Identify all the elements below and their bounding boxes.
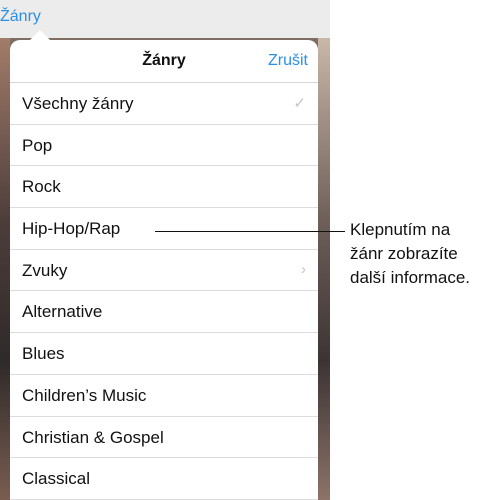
genre-item-blues[interactable]: Blues [10,333,318,375]
genre-item-classical[interactable]: Classical [10,458,318,500]
genre-label: Zvuky [22,260,68,280]
genre-label: Hip-Hop/Rap [22,219,121,239]
callout-line-3: další informace. [350,268,470,287]
background-artwork-right [318,38,330,500]
callout-leader-line [155,231,345,232]
genre-item-alternative[interactable]: Alternative [10,291,318,334]
genre-label: Blues [22,344,65,364]
genre-label: Children’s Music [22,385,147,405]
genre-label: Alternative [22,302,103,322]
genre-item-sounds[interactable]: Zvuky › [10,250,318,292]
genre-item-rock[interactable]: Rock [10,166,318,209]
genre-label: Pop [22,135,53,155]
callout-line-2: žánr zobrazíte [350,244,458,263]
popover-header: Žánry Zrušit [10,40,318,83]
background-artwork-left [0,38,10,500]
genre-label: Christian & Gospel [22,427,164,447]
genres-list: Všechny žánry ✓ Pop Rock Hip-Hop/Rap Zvu… [10,83,318,500]
genres-nav-button[interactable]: Žánry [0,8,41,26]
genre-item-christian[interactable]: Christian & Gospel [10,417,318,459]
genre-item-hiphop[interactable]: Hip-Hop/Rap [10,208,318,250]
chevron-right-icon: › [301,260,306,278]
callout-line-1: Klepnutím na [350,220,451,239]
callout-annotation: Klepnutím na žánr zobrazíte další inform… [350,218,470,290]
genre-item-pop[interactable]: Pop [10,125,318,167]
genre-label: Classical [22,469,91,489]
genre-item-all[interactable]: Všechny žánry ✓ [10,83,318,125]
genre-label: Rock [22,177,61,197]
checkmark-icon: ✓ [293,95,306,112]
genre-label: Všechny žánry [22,94,134,113]
genres-popover: Žánry Zrušit Všechny žánry ✓ Pop Rock Hi… [10,40,318,500]
cancel-button[interactable]: Zrušit [268,52,308,70]
genre-item-childrens[interactable]: Children’s Music [10,375,318,417]
